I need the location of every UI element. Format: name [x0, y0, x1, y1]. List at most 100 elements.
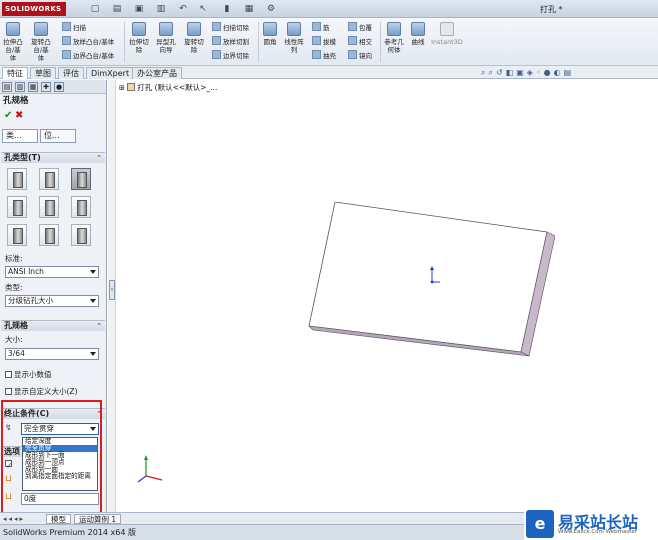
dimxpert-icon[interactable]: ✚	[41, 82, 51, 92]
end-condition-header[interactable]: 终止条件(C) ⌃	[1, 408, 105, 419]
hide-show-icon[interactable]: ◦	[536, 68, 544, 77]
boundary-boss-button[interactable]: 边界凸台/基体	[62, 50, 114, 61]
save-icon[interactable]: ▣	[134, 4, 144, 14]
options-header[interactable]: 选项	[1, 446, 23, 457]
size-label: 大小:	[5, 335, 23, 344]
expand-icon[interactable]: ⊞	[119, 84, 125, 92]
tab-type[interactable]: 类...	[2, 129, 38, 143]
collapse-icon[interactable]: ⌃	[96, 321, 102, 331]
property-manager-icon[interactable]: ▥	[15, 82, 25, 92]
instant3d-button[interactable]: Instant3D	[430, 22, 464, 46]
type-select[interactable]: 分级钻孔大小	[5, 295, 99, 307]
tab-nav-arrows[interactable]: ◂◂◂▸	[3, 515, 25, 523]
countersink-button[interactable]	[39, 168, 59, 190]
settings-icon[interactable]: ⚙	[266, 4, 276, 14]
print-icon[interactable]: ▥	[156, 4, 166, 14]
tab-sketch[interactable]: 草图	[30, 67, 56, 79]
select-icon[interactable]: ↖	[198, 4, 208, 14]
option-offset-from-surface[interactable]: 到离指定面指定的距离	[23, 473, 97, 480]
revolve-cut-button[interactable]: 旋转切 除	[182, 22, 206, 54]
tab-dimxpert[interactable]: DimXpert	[86, 67, 135, 79]
ok-check-icon[interactable]: ✔	[4, 110, 12, 121]
extrude-boss-icon	[6, 22, 20, 36]
collapse-panel-handle[interactable]: ‹	[109, 280, 115, 300]
window-title: 打孔 *	[540, 5, 563, 14]
show-decimal-checkbox[interactable]: 显示小数值	[5, 370, 52, 379]
watermark-url: Www.Easck.Com Webmaster	[558, 529, 638, 535]
counterbore-slot-button[interactable]	[7, 224, 27, 246]
linear-pattern-icon	[287, 22, 301, 36]
sweep-button[interactable]: 扫描	[62, 22, 86, 33]
mirror-button[interactable]: 镜向	[348, 50, 372, 61]
tab-model[interactable]: 模型	[46, 514, 71, 524]
standard-label: 标准:	[5, 254, 23, 263]
hole-button[interactable]	[71, 168, 91, 190]
rebuild-icon[interactable]: ▮	[222, 4, 232, 14]
section-view-icon[interactable]: ◧	[506, 68, 517, 77]
view-orientation-icon[interactable]: ▣	[516, 68, 527, 77]
new-file-icon[interactable]: ▢	[90, 4, 100, 14]
linear-pattern-button[interactable]: 线性阵 列	[282, 22, 306, 54]
panel-splitter[interactable]: ‹	[108, 80, 116, 512]
type-label: 类型:	[5, 283, 23, 292]
display-style-icon[interactable]: ◈	[527, 68, 536, 77]
lofted-cut-button[interactable]: 放样切割	[212, 36, 249, 47]
tab-evaluate[interactable]: 评估	[58, 67, 84, 79]
hole-type-header[interactable]: 孔类型(T) ⌃	[1, 152, 105, 163]
display-manager-icon[interactable]: ●	[54, 82, 64, 92]
tab-features[interactable]: 特征	[2, 67, 28, 79]
hole-wizard-icon	[159, 22, 173, 36]
direction-icon[interactable]: ↯	[5, 423, 12, 432]
open-file-icon[interactable]: ▤	[112, 4, 122, 14]
configuration-icon[interactable]: ▦	[28, 82, 38, 92]
undo-icon[interactable]: ↶	[178, 4, 188, 14]
instant3d-icon	[440, 22, 454, 36]
feature-tree-flyout[interactable]: ⊞ 打孔 (默认<<默认>_...	[119, 82, 217, 93]
shell-button[interactable]: 抽壳	[312, 50, 336, 61]
angle-field[interactable]: 0度	[21, 493, 99, 505]
fillet-button[interactable]: 圆角	[260, 22, 280, 46]
hole-wizard-button[interactable]: 异型孔 向导	[154, 22, 178, 54]
tab-position[interactable]: 位...	[40, 129, 76, 143]
slot-button[interactable]	[71, 224, 91, 246]
collapse-icon[interactable]: ⌃	[96, 153, 102, 163]
loft-boss-button[interactable]: 放样凸台/基体	[62, 36, 114, 47]
tapered-tap-button[interactable]	[39, 196, 59, 218]
legacy-hole-button[interactable]	[71, 196, 91, 218]
show-custom-size-checkbox[interactable]: 显示自定义大小(Z)	[5, 387, 78, 396]
options-checkbox[interactable]: ✓	[5, 460, 14, 470]
intersect-button[interactable]: 相交	[348, 36, 372, 47]
rib-button[interactable]: 筋	[312, 22, 330, 33]
revolve-boss-button[interactable]: 旋转凸 台/基 体	[30, 22, 52, 62]
end-condition-select[interactable]: 完全贯穿	[21, 423, 99, 435]
swept-cut-button[interactable]: 扫描切除	[212, 22, 249, 33]
tab-office-products[interactable]: 办公室产品	[132, 67, 182, 79]
extrude-cut-button[interactable]: 拉伸切 除	[128, 22, 150, 54]
tab-motion-study[interactable]: 运动算例 1	[74, 514, 122, 524]
countersink-slot-button[interactable]	[39, 224, 59, 246]
extrude-boss-button[interactable]: 拉伸凸 台/基 体	[2, 22, 24, 62]
appearance-icon[interactable]: ●	[544, 68, 554, 77]
site-watermark: e 易采站长站 Www.Easck.Com Webmaster	[524, 508, 658, 540]
pm-title: 孔规格	[3, 96, 29, 106]
reference-geometry-button[interactable]: 参考几 何体	[382, 22, 406, 54]
feature-tree-icon[interactable]: ▤	[2, 82, 12, 92]
standard-select[interactable]: ANSI Inch	[5, 266, 99, 278]
view-settings-icon[interactable]: ▤	[564, 68, 575, 77]
collapse-icon[interactable]: ⌃	[96, 409, 102, 419]
previous-view-icon[interactable]: ↺	[496, 68, 506, 77]
zoom-area-icon[interactable]: ⌕	[488, 68, 495, 77]
cancel-x-icon[interactable]: ✖	[15, 110, 23, 121]
draft-button[interactable]: 拔模	[312, 36, 336, 47]
hole-spec-header[interactable]: 孔规格 ⌃	[1, 320, 105, 331]
part-model[interactable]	[305, 202, 555, 362]
counterbore-button[interactable]	[7, 168, 27, 190]
graphics-area[interactable]: ⌕⌕↺◧▣◈◦●◐▤ ⊞ 打孔 (默认<<默认>_...	[117, 68, 658, 512]
straight-tap-button[interactable]	[7, 196, 27, 218]
curves-button[interactable]: 曲线	[408, 22, 428, 46]
scene-icon[interactable]: ◐	[554, 68, 564, 77]
options-icon[interactable]: ▦	[244, 4, 254, 14]
boundary-cut-button[interactable]: 边界切除	[212, 50, 249, 61]
wrap-button[interactable]: 包覆	[348, 22, 372, 33]
size-select[interactable]: 3/64	[5, 348, 99, 360]
